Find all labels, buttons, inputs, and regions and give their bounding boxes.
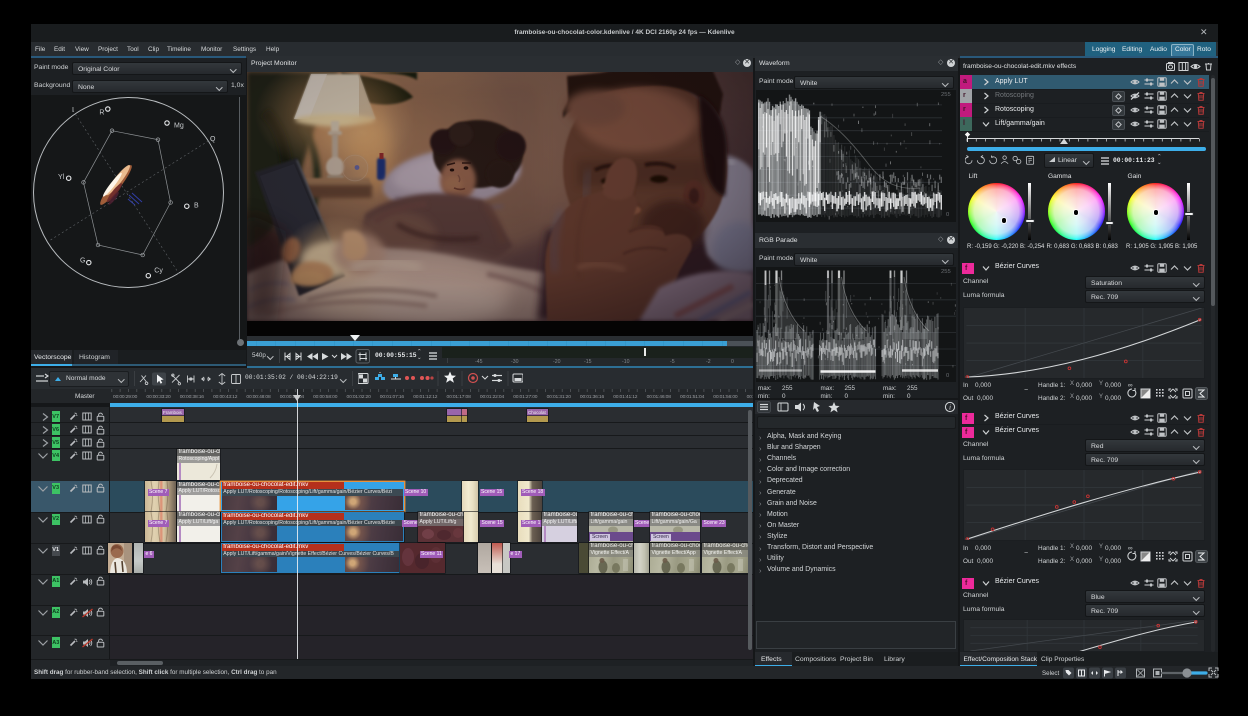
svg-text:Cy: Cy: [154, 268, 163, 275]
svg-text:R: R: [99, 110, 104, 117]
svg-text:Mg: Mg: [174, 123, 184, 130]
svg-text:G: G: [80, 258, 85, 265]
svg-text:Yl: Yl: [58, 174, 65, 181]
svg-text:i: i: [949, 403, 951, 412]
svg-text:B: B: [194, 203, 199, 210]
svg-text:I: I: [72, 107, 74, 114]
svg-text:Q: Q: [210, 136, 216, 143]
